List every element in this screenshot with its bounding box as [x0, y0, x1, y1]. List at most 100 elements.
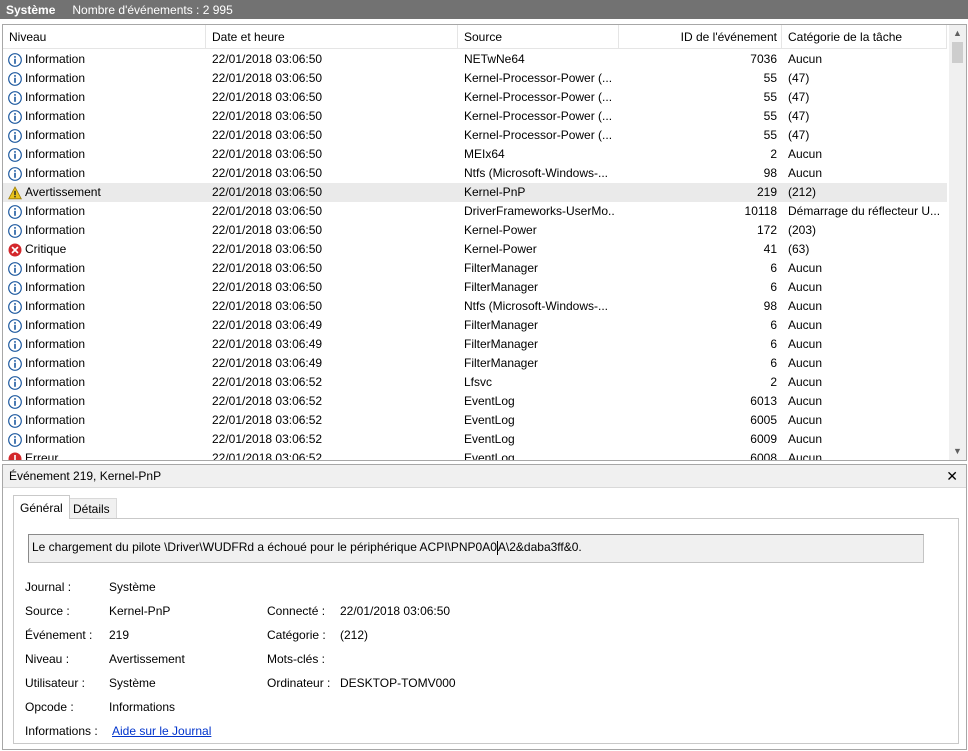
- event-id: 6: [770, 356, 777, 370]
- event-row[interactable]: Information 22/01/2018 03:06:50 NETwNe64 70…: [3, 50, 947, 69]
- event-date: 22/01/2018 03:06:49: [212, 356, 323, 370]
- event-row[interactable]: Critique 22/01/2018 03:06:50 Kernel-Power 4…: [3, 240, 947, 259]
- event-level: Information: [8, 50, 203, 69]
- tab-general[interactable]: Général: [13, 495, 70, 519]
- log-title: Système: [6, 2, 56, 17]
- event-level-text: Information: [25, 318, 86, 332]
- event-row[interactable]: Information 22/01/2018 03:06:52 EventLog 60…: [3, 430, 947, 449]
- label-event-id: Événement :: [25, 628, 93, 642]
- event-source: EventLog: [464, 432, 515, 446]
- info-icon: [8, 318, 22, 333]
- help-link[interactable]: Aide sur le Journal: [112, 724, 211, 738]
- event-source: Ntfs (Microsoft-Windows-...: [464, 166, 609, 180]
- event-category: Aucun: [788, 337, 823, 351]
- event-id: 2: [770, 147, 777, 161]
- scroll-down-icon[interactable]: ▼: [949, 443, 966, 460]
- event-detail-title-text: Événement 219, Kernel-PnP: [9, 469, 162, 483]
- label-source: Source :: [25, 604, 70, 618]
- event-level: Information: [8, 126, 203, 145]
- event-row[interactable]: Information 22/01/2018 03:06:50 Ntfs (Micr…: [3, 297, 947, 316]
- info-icon: [8, 147, 22, 162]
- critical-icon: [8, 243, 22, 257]
- event-row[interactable]: Information 22/01/2018 03:06:50 Kernel-Pro…: [3, 69, 947, 88]
- event-id: 6: [770, 318, 777, 332]
- event-row[interactable]: Information 22/01/2018 03:06:50 Kernel-Pow…: [3, 221, 947, 240]
- event-level-text: Information: [25, 394, 86, 408]
- event-message-box[interactable]: Le chargement du pilote \Driver\WUDFRd a…: [28, 534, 924, 563]
- event-date: 22/01/2018 03:06:49: [212, 337, 323, 351]
- event-category: Aucun: [788, 261, 823, 275]
- event-category: Aucun: [788, 375, 823, 389]
- event-list-header: Niveau Date et heure Source ID de l'évén…: [3, 25, 947, 49]
- event-level-text: Information: [25, 356, 86, 370]
- event-date: 22/01/2018 03:06:50: [212, 223, 323, 237]
- event-row[interactable]: Avertissement 22/01/2018 03:06:50 Kernel-P…: [3, 183, 947, 202]
- event-id: 98: [763, 166, 777, 180]
- event-source: Kernel-Power: [464, 242, 537, 256]
- label-journal: Journal :: [25, 580, 72, 594]
- info-icon: [8, 90, 22, 105]
- event-row[interactable]: Information 22/01/2018 03:06:50 Kernel-Pro…: [3, 126, 947, 145]
- event-date: 22/01/2018 03:06:50: [212, 261, 323, 275]
- log-header-bar: Système Nombre d'événements : 2 995: [0, 0, 968, 19]
- event-level: Information: [8, 278, 203, 297]
- event-date: 22/01/2018 03:06:50: [212, 147, 323, 161]
- scroll-up-icon[interactable]: ▲: [949, 25, 966, 42]
- event-category: Aucun: [788, 280, 823, 294]
- event-message-part-1: Le chargement du pilote \Driver\WUDFRd a…: [32, 540, 497, 554]
- event-list[interactable]: Niveau Date et heure Source ID de l'évén…: [2, 24, 967, 461]
- column-header-event-id[interactable]: ID de l'événement: [619, 25, 782, 49]
- event-level-text: Erreur: [25, 451, 59, 461]
- event-source: MEIx64: [464, 147, 505, 161]
- label-opcode: Opcode :: [25, 700, 74, 714]
- event-level-text: Information: [25, 52, 86, 66]
- event-row[interactable]: Information 22/01/2018 03:06:49 FilterMana…: [3, 335, 947, 354]
- event-level-text: Critique: [25, 242, 67, 256]
- value-computer: DESKTOP-TOMV000: [340, 676, 456, 690]
- label-user: Utilisateur :: [25, 676, 86, 690]
- event-row[interactable]: Information 22/01/2018 03:06:52 EventLog 60…: [3, 392, 947, 411]
- event-list-scrollbar[interactable]: ▲ ▼: [949, 25, 966, 460]
- event-detail-panel: Événement 219, Kernel-PnP ✕ Général Déta…: [2, 464, 967, 750]
- event-level-text: Information: [25, 166, 86, 180]
- event-id: 55: [763, 128, 777, 142]
- event-row[interactable]: Information 22/01/2018 03:06:50 FilterMana…: [3, 278, 947, 297]
- event-level-text: Information: [25, 375, 86, 389]
- close-icon[interactable]: ✕: [946, 465, 958, 488]
- info-icon: [8, 375, 22, 390]
- column-header-source[interactable]: Source: [458, 25, 619, 49]
- event-row[interactable]: Information 22/01/2018 03:06:50 MEIx64 2 Auc…: [3, 145, 947, 164]
- event-source: FilterManager: [464, 337, 539, 351]
- event-source: Lfsvc: [464, 375, 493, 389]
- event-date: 22/01/2018 03:06:49: [212, 318, 323, 332]
- event-row[interactable]: Information 22/01/2018 03:06:52 Lfsvc 2 Aucu…: [3, 373, 947, 392]
- info-icon: [8, 223, 22, 238]
- event-date: 22/01/2018 03:06:50: [212, 280, 323, 294]
- label-more-info: Informations :: [25, 724, 98, 738]
- event-level-text: Information: [25, 90, 86, 104]
- info-icon: [8, 356, 22, 371]
- event-level: Information: [8, 259, 203, 278]
- event-row[interactable]: Information 22/01/2018 03:06:49 FilterMana…: [3, 354, 947, 373]
- event-rows: Information 22/01/2018 03:06:50 NETwNe64 70…: [3, 50, 947, 461]
- event-count: Nombre d'événements : 2 995: [72, 2, 233, 17]
- event-row[interactable]: Information 22/01/2018 03:06:50 Kernel-Pro…: [3, 88, 947, 107]
- event-row[interactable]: Information 22/01/2018 03:06:52 EventLog 60…: [3, 411, 947, 430]
- column-header-level[interactable]: Niveau: [3, 25, 206, 49]
- event-row[interactable]: Information 22/01/2018 03:06:49 FilterMana…: [3, 316, 947, 335]
- info-icon: [8, 413, 22, 428]
- event-id: 41: [763, 242, 777, 256]
- event-row[interactable]: Information 22/01/2018 03:06:50 DriverFram…: [3, 202, 947, 221]
- event-row[interactable]: Information 22/01/2018 03:06:50 FilterMana…: [3, 259, 947, 278]
- event-row[interactable]: Erreur 22/01/2018 03:06:52 EventLog 6008 Auc…: [3, 449, 947, 461]
- event-category: (212): [788, 185, 817, 199]
- tab-details[interactable]: Détails: [66, 498, 117, 519]
- event-row[interactable]: Information 22/01/2018 03:06:50 Kernel-Pro…: [3, 107, 947, 126]
- column-header-category[interactable]: Catégorie de la tâche: [782, 25, 947, 49]
- error-icon: [8, 452, 22, 460]
- scroll-thumb[interactable]: [952, 42, 963, 63]
- column-header-date[interactable]: Date et heure: [206, 25, 458, 49]
- event-level: Information: [8, 164, 203, 183]
- event-message-part-2: A\2&daba3ff&0.: [497, 540, 582, 554]
- event-row[interactable]: Information 22/01/2018 03:06:50 Ntfs (Micr…: [3, 164, 947, 183]
